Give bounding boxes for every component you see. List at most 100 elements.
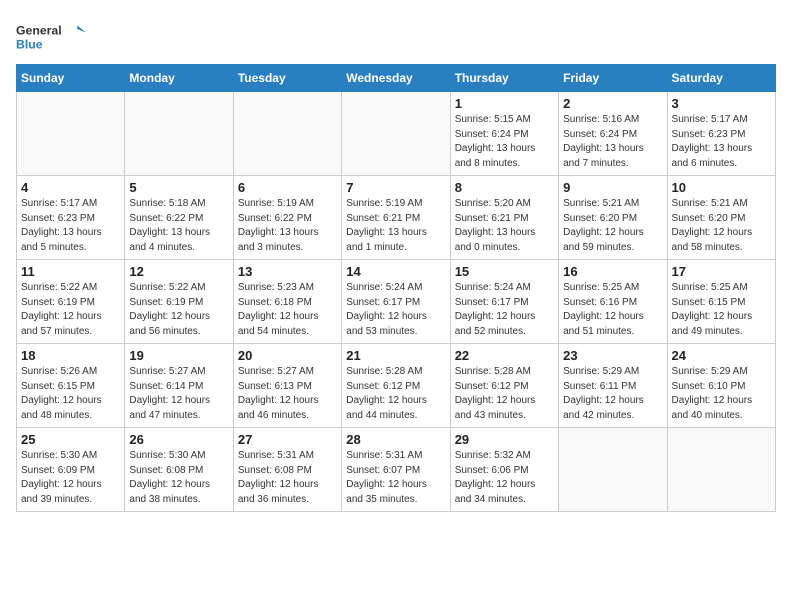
day-number: 7 [346,180,445,195]
day-info: Sunrise: 5:23 AM Sunset: 6:18 PM Dayligh… [238,281,337,339]
svg-text:Blue: Blue [16,37,43,51]
day-number: 6 [238,180,337,195]
day-info: Sunrise: 5:28 AM Sunset: 6:12 PM Dayligh… [455,365,554,423]
day-number: 9 [563,180,662,195]
day-number: 27 [238,432,337,447]
calendar-week-1: 1 Sunrise: 5:15 AM Sunset: 6:24 PM Daylig… [17,92,776,176]
day-info: Sunrise: 5:31 AM Sunset: 6:08 PM Dayligh… [238,449,337,507]
day-info: Sunrise: 5:25 AM Sunset: 6:15 PM Dayligh… [672,281,771,339]
weekday-header-friday: Friday [559,65,667,92]
day-info: Sunrise: 5:27 AM Sunset: 6:14 PM Dayligh… [129,365,228,423]
calendar-cell: 29Sunrise: 5:32 AM Sunset: 6:06 PM Dayli… [450,428,558,512]
logo: General Blue [16,16,86,56]
calendar-cell [17,92,125,176]
day-number: 23 [563,348,662,363]
day-info: Sunrise: 5:15 AM Sunset: 6:24 PM Dayligh… [455,113,554,171]
day-number: 24 [672,348,771,363]
day-number: 11 [21,264,120,279]
page-header: General Blue [16,16,776,56]
day-info: Sunrise: 5:19 AM Sunset: 6:22 PM Dayligh… [238,197,337,255]
day-info: Sunrise: 5:24 AM Sunset: 6:17 PM Dayligh… [346,281,445,339]
calendar-cell: 2Sunrise: 5:16 AM Sunset: 6:24 PM Daylig… [559,92,667,176]
day-number: 10 [672,180,771,195]
weekday-header-tuesday: Tuesday [233,65,341,92]
calendar-cell: 1 Sunrise: 5:15 AM Sunset: 6:24 PM Daylig… [450,92,558,176]
svg-text:General: General [16,23,62,37]
calendar-cell [667,428,775,512]
day-number: 8 [455,180,554,195]
day-number: 22 [455,348,554,363]
calendar-cell: 4Sunrise: 5:17 AM Sunset: 6:23 PM Daylig… [17,176,125,260]
weekday-header-wednesday: Wednesday [342,65,450,92]
day-info: Sunrise: 5:22 AM Sunset: 6:19 PM Dayligh… [21,281,120,339]
calendar-cell: 21 Sunrise: 5:28 AM Sunset: 6:12 PM Dayli… [342,344,450,428]
day-info: Sunrise: 5:29 AM Sunset: 6:11 PM Dayligh… [563,365,662,423]
day-number: 17 [672,264,771,279]
calendar-cell: 25 Sunrise: 5:30 AM Sunset: 6:09 PM Dayli… [17,428,125,512]
day-info: Sunrise: 5:26 AM Sunset: 6:15 PM Dayligh… [21,365,120,423]
calendar-cell: 8 Sunrise: 5:20 AM Sunset: 6:21 PM Daylig… [450,176,558,260]
day-info: Sunrise: 5:21 AM Sunset: 6:20 PM Dayligh… [563,197,662,255]
calendar-cell: 23 Sunrise: 5:29 AM Sunset: 6:11 PM Dayli… [559,344,667,428]
day-info: Sunrise: 5:31 AM Sunset: 6:07 PM Dayligh… [346,449,445,507]
day-number: 21 [346,348,445,363]
weekday-header-saturday: Saturday [667,65,775,92]
day-number: 4 [21,180,120,195]
calendar-cell: 28 Sunrise: 5:31 AM Sunset: 6:07 PM Dayli… [342,428,450,512]
calendar-cell: 20 Sunrise: 5:27 AM Sunset: 6:13 PM Dayli… [233,344,341,428]
calendar-cell: 16 Sunrise: 5:25 AM Sunset: 6:16 PM Dayli… [559,260,667,344]
calendar-cell [342,92,450,176]
calendar-cell: 14 Sunrise: 5:24 AM Sunset: 6:17 PM Dayli… [342,260,450,344]
calendar-cell: 17 Sunrise: 5:25 AM Sunset: 6:15 PM Dayli… [667,260,775,344]
day-number: 26 [129,432,228,447]
calendar-table: SundayMondayTuesdayWednesdayThursdayFrid… [16,64,776,512]
calendar-cell: 9 Sunrise: 5:21 AM Sunset: 6:20 PM Daylig… [559,176,667,260]
day-info: Sunrise: 5:24 AM Sunset: 6:17 PM Dayligh… [455,281,554,339]
day-info: Sunrise: 5:25 AM Sunset: 6:16 PM Dayligh… [563,281,662,339]
day-info: Sunrise: 5:22 AM Sunset: 6:19 PM Dayligh… [129,281,228,339]
day-number: 18 [21,348,120,363]
calendar-week-4: 18 Sunrise: 5:26 AM Sunset: 6:15 PM Dayli… [17,344,776,428]
day-number: 29 [455,432,554,447]
logo-svg: General Blue [16,16,86,56]
weekday-header-monday: Monday [125,65,233,92]
calendar-cell: 3Sunrise: 5:17 AM Sunset: 6:23 PM Daylig… [667,92,775,176]
day-number: 5 [129,180,228,195]
day-info: Sunrise: 5:27 AM Sunset: 6:13 PM Dayligh… [238,365,337,423]
day-number: 14 [346,264,445,279]
calendar-header-row: SundayMondayTuesdayWednesdayThursdayFrid… [17,65,776,92]
calendar-cell: 12 Sunrise: 5:22 AM Sunset: 6:19 PM Dayli… [125,260,233,344]
day-info: Sunrise: 5:18 AM Sunset: 6:22 PM Dayligh… [129,197,228,255]
calendar-week-5: 25 Sunrise: 5:30 AM Sunset: 6:09 PM Dayli… [17,428,776,512]
day-number: 15 [455,264,554,279]
calendar-cell: 19 Sunrise: 5:27 AM Sunset: 6:14 PM Dayli… [125,344,233,428]
calendar-cell: 18 Sunrise: 5:26 AM Sunset: 6:15 PM Dayli… [17,344,125,428]
day-info: Sunrise: 5:19 AM Sunset: 6:21 PM Dayligh… [346,197,445,255]
day-number: 1 [455,96,554,111]
day-info: Sunrise: 5:30 AM Sunset: 6:09 PM Dayligh… [21,449,120,507]
calendar-cell: 11 Sunrise: 5:22 AM Sunset: 6:19 PM Dayli… [17,260,125,344]
calendar-cell: 22 Sunrise: 5:28 AM Sunset: 6:12 PM Dayli… [450,344,558,428]
calendar-cell: 26 Sunrise: 5:30 AM Sunset: 6:08 PM Dayli… [125,428,233,512]
calendar-cell: 24 Sunrise: 5:29 AM Sunset: 6:10 PM Dayli… [667,344,775,428]
calendar-cell: 7 Sunrise: 5:19 AM Sunset: 6:21 PM Daylig… [342,176,450,260]
day-number: 28 [346,432,445,447]
calendar-cell [233,92,341,176]
calendar-cell: 6 Sunrise: 5:19 AM Sunset: 6:22 PM Daylig… [233,176,341,260]
day-info: Sunrise: 5:21 AM Sunset: 6:20 PM Dayligh… [672,197,771,255]
calendar-cell [559,428,667,512]
day-number: 19 [129,348,228,363]
day-number: 25 [21,432,120,447]
weekday-header-thursday: Thursday [450,65,558,92]
day-number: 13 [238,264,337,279]
day-info: Sunrise: 5:30 AM Sunset: 6:08 PM Dayligh… [129,449,228,507]
day-number: 12 [129,264,228,279]
day-number: 3 [672,96,771,111]
day-number: 20 [238,348,337,363]
day-info: Sunrise: 5:28 AM Sunset: 6:12 PM Dayligh… [346,365,445,423]
day-number: 16 [563,264,662,279]
day-info: Sunrise: 5:29 AM Sunset: 6:10 PM Dayligh… [672,365,771,423]
weekday-header-sunday: Sunday [17,65,125,92]
day-info: Sunrise: 5:20 AM Sunset: 6:21 PM Dayligh… [455,197,554,255]
calendar-cell: 15 Sunrise: 5:24 AM Sunset: 6:17 PM Dayli… [450,260,558,344]
